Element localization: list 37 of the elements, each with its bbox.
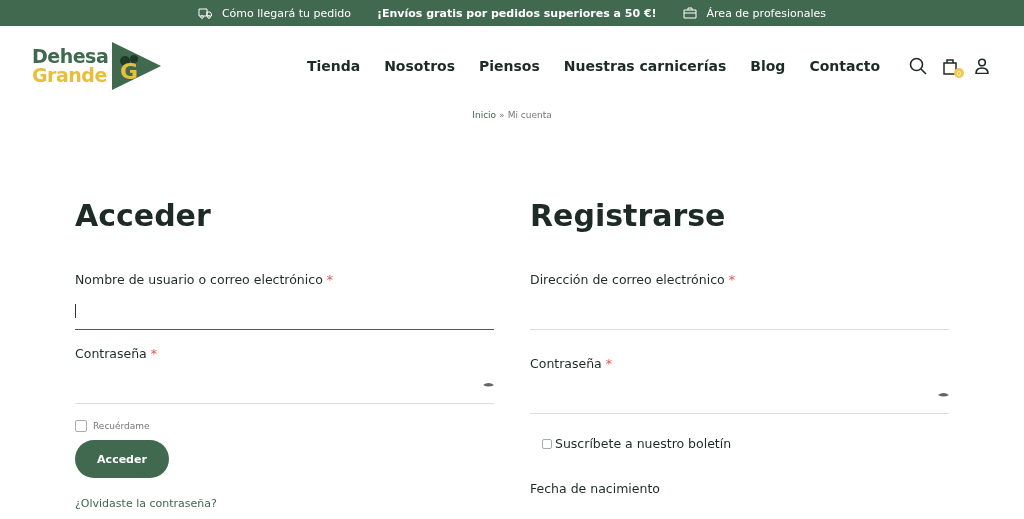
section-title: Registrarse (530, 198, 727, 234)
nav-link[interactable]: Nosotros (384, 58, 455, 74)
logo-triangle-drawing[interactable]: G (110, 41, 163, 91)
field-label: Nombre de usuario o correo electrónico (75, 272, 323, 287)
nav-link[interactable]: Tienda (306, 58, 361, 74)
checkbox-label: Suscríbete a nuestro boletín (555, 436, 732, 451)
checkbox-label: Recuérdame (93, 421, 150, 431)
briefcase-icon (682, 7, 697, 19)
section-title: Acceder (75, 198, 212, 234)
search-icon[interactable] (908, 56, 928, 76)
nav-link[interactable]: Blog (750, 58, 786, 74)
promo-text: ¡Envíos gratis por pedidos superiores a 50 €! (376, 6, 657, 20)
nav-link[interactable]: Piensos (479, 58, 540, 74)
field-label: Fecha de nacimiento (530, 481, 661, 496)
user-icon[interactable] (972, 56, 992, 76)
checkbox[interactable] (542, 438, 552, 449)
breadcrumb-current: Mi cuenta (507, 110, 552, 120)
nav-link[interactable]: Nuestras carnicerías (563, 58, 727, 74)
required-mark: * (150, 346, 158, 361)
breadcrumb-link[interactable]: Inicio (472, 110, 497, 120)
lost-password-link[interactable]: ¿Olvidaste la contraseña? (75, 497, 217, 511)
truck-icon (197, 7, 212, 19)
checkbox[interactable] (75, 420, 87, 432)
login-button[interactable]: Acceder (75, 440, 169, 478)
eye-icon[interactable] (938, 392, 949, 398)
promo-text[interactable]: Cómo llegará tu pedido (221, 6, 351, 20)
required-mark: * (728, 272, 735, 287)
field-label: Contraseña (75, 346, 147, 361)
eye-icon[interactable] (483, 382, 494, 388)
required-mark: * (326, 272, 334, 287)
nav-link[interactable]: Contacto (809, 58, 880, 74)
promo-text[interactable]: Área de profesionales (706, 6, 827, 20)
field-label: Dirección de correo electrónico (530, 272, 725, 287)
logo-text[interactable]: Dehesa (32, 47, 109, 66)
field-label: Contraseña (530, 356, 602, 371)
required-mark: * (605, 356, 613, 371)
breadcrumb-separator: » (499, 110, 505, 120)
